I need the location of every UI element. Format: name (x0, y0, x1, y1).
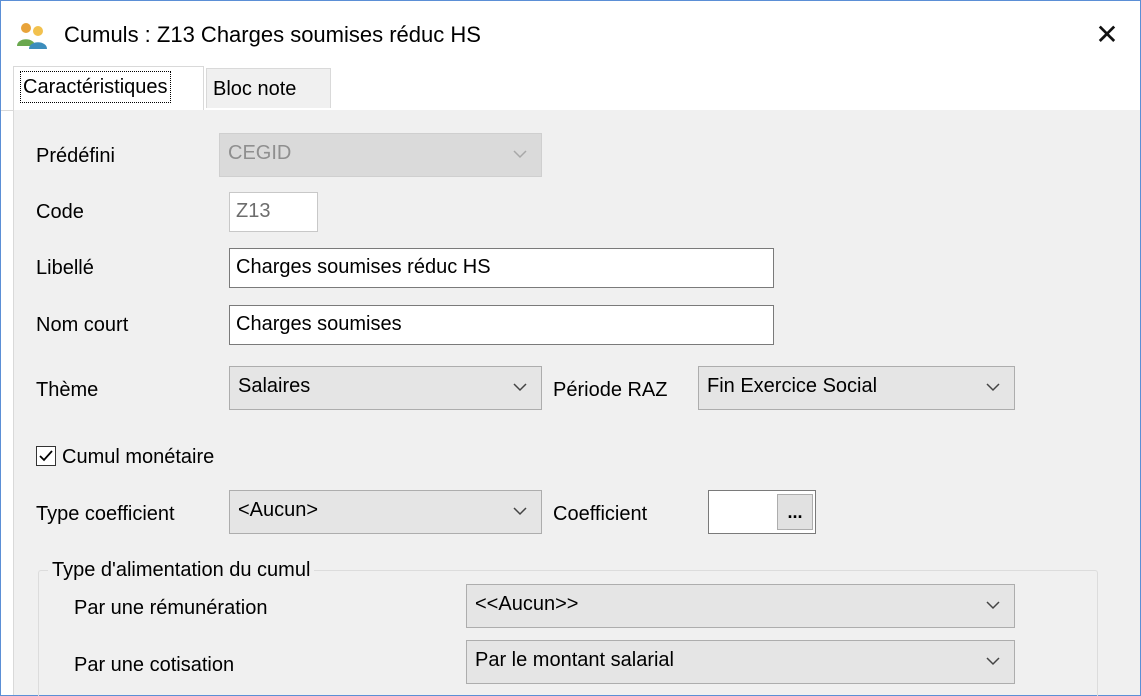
predefini-label: Prédéfini (36, 145, 115, 167)
theme-label: Thème (36, 379, 99, 401)
code-label: Code (36, 201, 84, 223)
periode-raz-select[interactable]: Fin Exercice Social (698, 366, 1015, 410)
remuneration-value: <<Aucun>> (475, 593, 579, 615)
cumul-monetaire-checkbox[interactable] (36, 446, 56, 466)
tab-label: Bloc note (213, 78, 297, 100)
chevron-down-icon (513, 507, 527, 516)
tab-caracteristiques[interactable]: Caractéristiques (13, 66, 204, 110)
theme-value: Salaires (238, 375, 311, 397)
cotisation-label: Par une cotisation (74, 654, 235, 676)
alimentation-legend: Type d'alimentation du cumul (48, 556, 315, 584)
remuneration-select[interactable]: <<Aucun>> (466, 584, 1015, 628)
checkmark-icon (39, 450, 53, 462)
close-icon: ✕ (1095, 19, 1119, 50)
nom-court-input[interactable]: Charges soumises (229, 305, 774, 345)
predefini-value: CEGID (228, 142, 292, 164)
cotisation-select[interactable]: Par le montant salarial (466, 640, 1015, 684)
tab-bloc-note[interactable]: Bloc note (206, 68, 331, 108)
tab-label: Caractéristiques (20, 71, 171, 103)
cotisation-value: Par le montant salarial (475, 649, 674, 671)
predefini-select: CEGID (219, 133, 542, 177)
window-title: Cumuls : Z13 Charges soumises réduc HS (64, 22, 481, 47)
libelle-label: Libellé (36, 257, 94, 279)
chevron-down-icon (986, 601, 1000, 610)
remuneration-label: Par une rémunération (74, 597, 268, 619)
periode-raz-label: Période RAZ (553, 379, 668, 401)
chevron-down-icon (513, 150, 527, 159)
close-button[interactable]: ✕ (1092, 20, 1122, 50)
code-field: Z13 (229, 192, 318, 232)
cumul-monetaire-label: Cumul monétaire (62, 446, 215, 468)
theme-select[interactable]: Salaires (229, 366, 542, 410)
type-coefficient-label: Type coefficient (36, 503, 175, 525)
coefficient-label: Coefficient (553, 503, 648, 525)
periode-raz-value: Fin Exercice Social (707, 375, 878, 397)
users-icon (17, 23, 47, 49)
type-coefficient-value: <Aucun> (238, 499, 319, 521)
nom-court-label: Nom court (36, 314, 129, 336)
chevron-down-icon (986, 657, 1000, 666)
coefficient-browse-button[interactable]: ... (777, 494, 813, 530)
type-coefficient-select[interactable]: <Aucun> (229, 490, 542, 534)
libelle-input[interactable]: Charges soumises réduc HS (229, 248, 774, 288)
chevron-down-icon (986, 383, 1000, 392)
chevron-down-icon (513, 383, 527, 392)
